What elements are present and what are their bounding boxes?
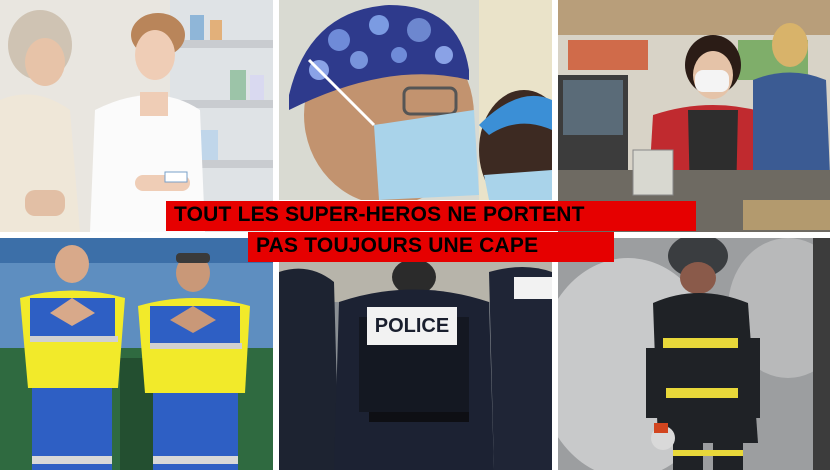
cashier-photo <box>558 0 830 232</box>
photo-collage: POLICE TOUT LES SUPER-HEROS NE PORTENT P… <box>0 0 830 470</box>
pharmacist-photo <box>0 0 273 232</box>
surgeon-photo <box>279 0 552 200</box>
garbage-collectors-photo <box>0 238 273 470</box>
firefighter-photo <box>558 238 830 470</box>
police-photo: POLICE <box>279 262 552 470</box>
police-vest-label: POLICE <box>374 315 450 337</box>
